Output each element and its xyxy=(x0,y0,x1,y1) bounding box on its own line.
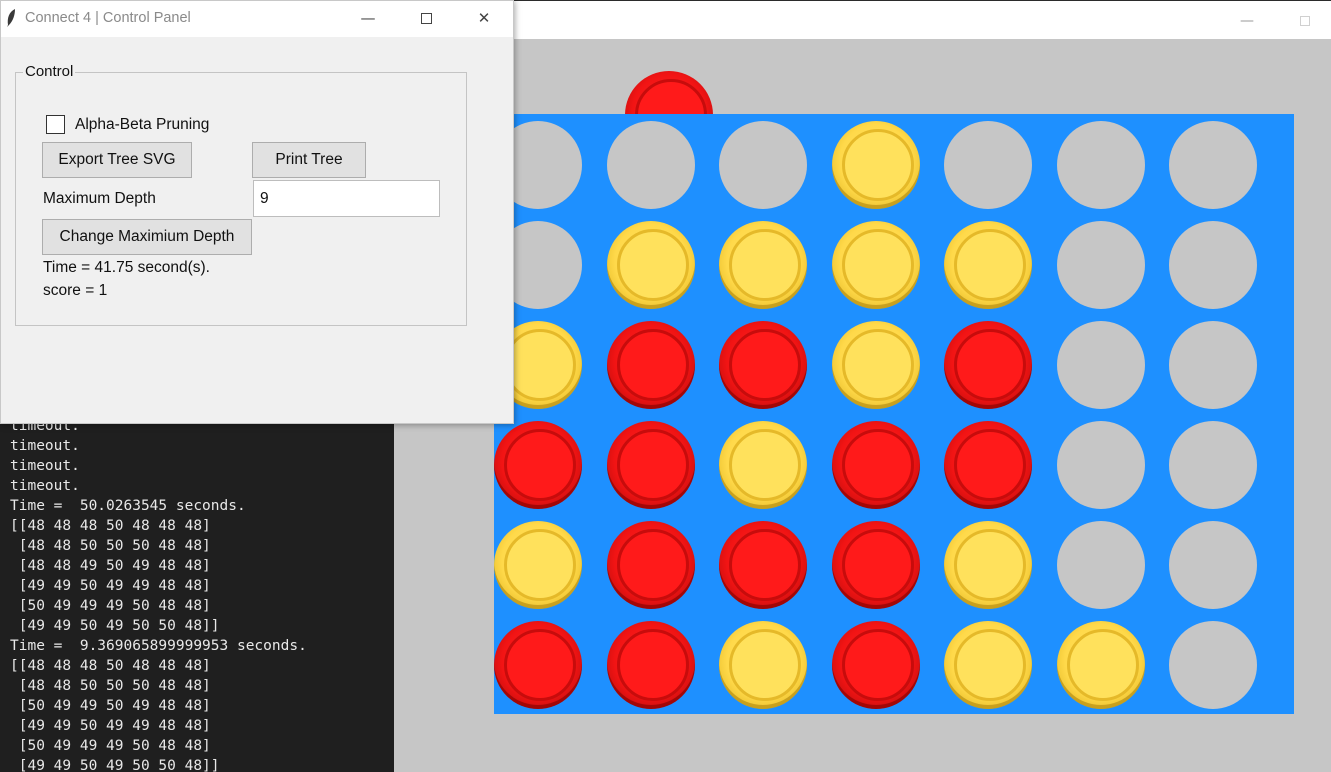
alpha-beta-label[interactable]: Alpha-Beta Pruning xyxy=(75,116,209,134)
board-cell-yellow[interactable] xyxy=(831,221,920,309)
board-cell-empty[interactable] xyxy=(1169,321,1257,409)
maximize-icon xyxy=(1300,15,1310,26)
board-cell-yellow[interactable] xyxy=(719,621,807,709)
game-minimize-button[interactable]: — xyxy=(1224,1,1270,40)
board-cell-red[interactable] xyxy=(606,321,695,409)
console-line: [48 48 50 50 50 48 48] xyxy=(10,538,211,554)
console-line: [49 49 50 49 50 50 48]] xyxy=(10,758,220,772)
export-tree-svg-button[interactable]: Export Tree SVG xyxy=(42,142,192,178)
maximize-icon xyxy=(420,12,432,24)
change-maximum-depth-button[interactable]: Change Maximium Depth xyxy=(42,219,252,255)
board-cell-empty[interactable] xyxy=(1056,321,1145,409)
board-cell-yellow[interactable] xyxy=(944,521,1032,609)
minimize-icon: — xyxy=(1240,12,1254,29)
board-cell-yellow[interactable] xyxy=(944,621,1032,709)
board-cell-red[interactable] xyxy=(606,521,695,609)
board-cell-empty[interactable] xyxy=(1056,221,1145,309)
control-panel-titlebar: Connect 4 | Control Panel — ✕ xyxy=(1,1,513,37)
board-cell-yellow[interactable] xyxy=(831,121,920,209)
time-status: Time = 41.75 second(s). xyxy=(43,259,210,276)
minimize-icon: — xyxy=(360,9,376,27)
board-cell-empty[interactable] xyxy=(1169,221,1257,309)
board-cell-red[interactable] xyxy=(606,621,695,709)
board-cell-empty[interactable] xyxy=(1056,421,1145,509)
console-line: [49 49 50 49 50 50 48]] xyxy=(10,618,220,634)
console-line: Time = 9.369065899999953 seconds. xyxy=(10,638,307,654)
maximum-depth-input[interactable] xyxy=(253,180,440,217)
console-line: [50 49 49 49 50 48 48] xyxy=(10,598,211,614)
console-line: timeout. xyxy=(10,478,80,494)
board-cell-red[interactable] xyxy=(831,621,920,709)
feather-icon xyxy=(4,8,18,28)
console-line: [[48 48 48 50 48 48 48] xyxy=(10,658,211,674)
game-maximize-button[interactable] xyxy=(1282,1,1328,40)
alpha-beta-checkbox[interactable] xyxy=(46,115,65,134)
board-cell-empty[interactable] xyxy=(606,121,695,209)
board-cell-red[interactable] xyxy=(494,421,582,509)
board-cell-yellow[interactable] xyxy=(719,221,807,309)
console-line: timeout. xyxy=(10,458,80,474)
console-line: [48 48 50 50 50 48 48] xyxy=(10,678,211,694)
console-line: [[48 48 48 50 48 48 48] xyxy=(10,518,211,534)
board-cell-red[interactable] xyxy=(719,321,807,409)
maximize-button[interactable] xyxy=(397,1,455,35)
board-cell-yellow[interactable] xyxy=(1056,621,1145,709)
console-output: timeout. timeout. timeout. timeout. Time = 5… xyxy=(0,420,394,772)
board-cell-yellow[interactable] xyxy=(944,221,1032,309)
board-cell-empty[interactable] xyxy=(1169,521,1257,609)
close-icon: ✕ xyxy=(477,9,491,27)
control-group-label: Control xyxy=(23,63,76,80)
board-cell-red[interactable] xyxy=(606,421,695,509)
console-line: timeout. xyxy=(10,438,80,454)
board-cell-empty[interactable] xyxy=(944,121,1032,209)
board-cell-empty[interactable] xyxy=(719,121,807,209)
board-cell-empty[interactable] xyxy=(1169,421,1257,509)
game-board[interactable] xyxy=(494,114,1294,714)
minimize-button[interactable]: — xyxy=(339,1,397,35)
print-tree-button[interactable]: Print Tree xyxy=(252,142,366,178)
board-cell-red[interactable] xyxy=(831,521,920,609)
control-group: Control Alpha-Beta Pruning Export Tree S… xyxy=(15,63,467,326)
board-cell-empty[interactable] xyxy=(1169,121,1257,209)
close-button[interactable]: ✕ xyxy=(455,1,513,35)
console-line: Time = 50.0263545 seconds. xyxy=(10,498,246,514)
board-cell-red[interactable] xyxy=(719,521,807,609)
board-cell-empty[interactable] xyxy=(1056,121,1145,209)
console-line: [49 49 50 49 49 48 48] xyxy=(10,578,211,594)
console-line: [50 49 49 49 50 48 48] xyxy=(10,738,211,754)
console-line: [50 49 49 50 49 48 48] xyxy=(10,698,211,714)
board-cell-empty[interactable] xyxy=(1169,621,1257,709)
control-panel-window: Connect 4 | Control Panel — ✕ Control Al… xyxy=(0,0,514,424)
board-cell-red[interactable] xyxy=(944,321,1032,409)
board-cell-yellow[interactable] xyxy=(606,221,695,309)
console-line: [48 48 49 50 49 48 48] xyxy=(10,558,211,574)
score-status: score = 1 xyxy=(43,282,108,299)
board-cell-yellow[interactable] xyxy=(494,521,582,609)
board-cell-red[interactable] xyxy=(494,621,582,709)
board-cell-yellow[interactable] xyxy=(831,321,920,409)
maximum-depth-label: Maximum Depth xyxy=(43,190,156,207)
board-cell-red[interactable] xyxy=(831,421,920,509)
board-cell-red[interactable] xyxy=(944,421,1032,509)
console-line: [49 49 50 49 49 48 48] xyxy=(10,718,211,734)
board-cell-yellow[interactable] xyxy=(719,421,807,509)
board-cell-empty[interactable] xyxy=(1056,521,1145,609)
window-title: Connect 4 | Control Panel xyxy=(25,10,191,26)
